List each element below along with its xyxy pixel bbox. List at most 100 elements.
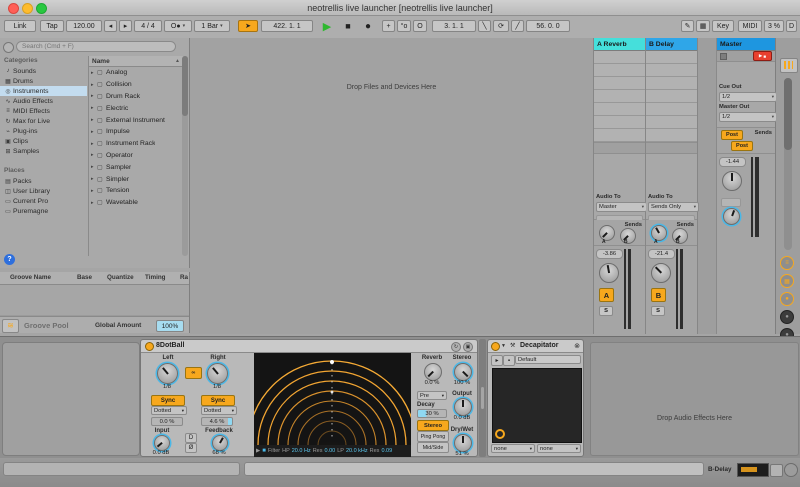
hot-swap-icon[interactable]: ↻ xyxy=(451,342,461,352)
close-window-button[interactable] xyxy=(8,3,19,14)
automation-arm-button[interactable]: °o xyxy=(397,20,411,32)
echo-filter-bar[interactable]: ▶ ■ Filter HP 20.0 Hz Res 0.00 LP 20.0 k… xyxy=(254,445,411,457)
session-vertical-scrollbar[interactable] xyxy=(784,78,792,250)
send-b-knob[interactable] xyxy=(620,228,636,244)
stereo-width-knob[interactable] xyxy=(454,363,472,381)
return-b-header[interactable]: B Delay xyxy=(646,38,697,51)
stop-button[interactable]: ■ xyxy=(340,20,356,32)
groove-pool-icon[interactable]: ≋ xyxy=(2,319,19,333)
maximize-window-button[interactable] xyxy=(36,3,47,14)
sidebar-item-puremagne[interactable]: ▭Puremagne xyxy=(0,206,87,216)
browser-item-drum-rack[interactable]: ▸▢Drum Rack xyxy=(89,91,183,103)
preset-prev-icon[interactable]: ▸ xyxy=(491,355,503,366)
sidebar-item-samples[interactable]: ⊞Samples xyxy=(0,146,87,156)
return-activator[interactable]: B xyxy=(651,288,666,302)
left-sync-button[interactable]: Sync xyxy=(151,395,185,406)
nudge-down-button[interactable]: ◂ xyxy=(104,20,117,32)
feedback-knob[interactable] xyxy=(212,435,228,451)
browser-item-simpler[interactable]: ▸▢Simpler xyxy=(89,173,183,185)
filter-toggle-icon[interactable]: ■ xyxy=(262,448,266,454)
cue-volume-knob[interactable] xyxy=(723,208,740,225)
session-record-button[interactable]: O xyxy=(413,20,427,32)
decay-value[interactable]: 30 % xyxy=(417,409,447,418)
send-b-knob[interactable] xyxy=(672,228,688,244)
return-a-header[interactable]: A Reverb xyxy=(594,38,645,51)
midi-map-button[interactable]: MIDI xyxy=(738,20,762,32)
right-sync-button[interactable]: Sync xyxy=(201,395,235,406)
filter-play-icon[interactable]: ▶ xyxy=(256,448,260,454)
volume-value[interactable]: -21.4 xyxy=(648,249,675,259)
draw-mode-button[interactable]: ✎ xyxy=(681,20,694,32)
stereo-width-value[interactable]: 100 % xyxy=(447,380,477,386)
scrollbar-thumb[interactable] xyxy=(784,78,792,150)
search-input[interactable] xyxy=(16,41,176,52)
cue-out-dropdown[interactable]: 1/2▾ xyxy=(719,92,777,102)
right-offset-value[interactable]: 4.6 % xyxy=(201,417,233,426)
param-dropdown-1[interactable]: none▾ xyxy=(491,444,535,453)
echo-tunnel-display[interactable]: ▶ ■ Filter HP 20.0 Hz Res 0.00 LP 20.0 k… xyxy=(254,353,411,457)
input-gain-value[interactable]: 0.0 dB xyxy=(145,450,177,456)
res-value[interactable]: 0.00 xyxy=(324,448,335,454)
browser-item-external-instrument[interactable]: ▸▢External Instrument xyxy=(89,114,183,126)
browser-collapse-icon[interactable] xyxy=(3,42,14,53)
session-drop-area[interactable]: Drop Files and Devices Here xyxy=(190,38,594,334)
plugin-param-dot[interactable] xyxy=(495,429,505,439)
sidebar-item-midi-effects[interactable]: ≡MIDI Effects xyxy=(0,106,87,116)
browser-item-operator[interactable]: ▸▢Operator xyxy=(89,150,183,162)
return-volume-knob[interactable] xyxy=(651,263,671,283)
lp-value[interactable]: 20.0 kHz xyxy=(346,448,368,454)
sidebar-item-max-for-live[interactable]: ↻Max for Live xyxy=(0,116,87,126)
stop-all-clips-button[interactable]: ▶■ xyxy=(753,51,772,61)
browser-item-wavetable[interactable]: ▸▢Wavetable xyxy=(89,197,183,209)
audio-effects-drop-area[interactable]: Drop Audio Effects Here xyxy=(590,342,799,456)
device-divider[interactable] xyxy=(479,339,486,457)
wrench-icon[interactable]: ⚒ xyxy=(510,342,515,349)
stereo-mode-button[interactable]: Stereo xyxy=(417,420,449,431)
tempo-field[interactable]: 120.00 xyxy=(66,20,102,32)
input-gain-knob[interactable] xyxy=(154,435,170,451)
res-value[interactable]: 0.09 xyxy=(381,448,392,454)
mid-side-button[interactable]: Mid/Side xyxy=(417,442,449,453)
browser-item-impulse[interactable]: ▸▢Impulse xyxy=(89,126,183,138)
loop-start-field[interactable]: 3. 1. 1 xyxy=(432,20,476,32)
mini-toggle-box[interactable] xyxy=(770,464,783,477)
output-gain-value[interactable]: 0.0 dB xyxy=(447,415,477,421)
groove-pool-list[interactable] xyxy=(0,285,189,315)
record-button[interactable]: ● xyxy=(360,20,376,32)
solo-button[interactable]: S xyxy=(651,306,665,316)
output-gain-knob[interactable] xyxy=(454,398,472,416)
ping-pong-button[interactable]: Ping Pong xyxy=(417,431,449,442)
unfold-icon[interactable]: ⊗ xyxy=(574,342,580,350)
reverb-value[interactable]: 0.0 % xyxy=(417,380,447,386)
left-division-dropdown[interactable]: Dotted▾ xyxy=(151,406,187,415)
sidebar-item-clips[interactable]: ▣Clips xyxy=(0,136,87,146)
help-icon[interactable]: ? xyxy=(4,254,15,265)
play-button[interactable]: ▶ xyxy=(318,20,336,32)
right-delay-knob[interactable] xyxy=(207,363,228,384)
show-sends-toggle[interactable]: ▦ xyxy=(780,274,794,288)
browser-item-instrument-rack[interactable]: ▸▢Instrument Rack xyxy=(89,138,183,150)
chevron-down-icon[interactable]: ▼ xyxy=(501,343,506,349)
device-on-led[interactable] xyxy=(145,342,154,351)
stereo-link-button[interactable]: ∞ xyxy=(185,367,202,379)
device-mini-display[interactable] xyxy=(737,463,769,477)
browser-item-tension[interactable]: ▸▢Tension xyxy=(89,185,183,197)
sidebar-item-user-library[interactable]: ◫User Library xyxy=(0,186,87,196)
sidebar-item-plug-ins[interactable]: ⌁Plug-ins xyxy=(0,126,87,136)
volume-value[interactable]: -3.86 xyxy=(596,249,623,259)
keyboard-icon[interactable]: ▦ xyxy=(696,20,710,32)
nudge-up-button[interactable]: ▸ xyxy=(119,20,132,32)
master-out-dropdown[interactable]: 1/2▾ xyxy=(719,112,777,122)
tap-tempo-button[interactable]: Tap xyxy=(40,20,64,32)
sidebar-item-instruments[interactable]: ◎Instruments xyxy=(0,86,87,96)
post-button-a[interactable]: Post xyxy=(721,130,743,140)
show-mixer-toggle[interactable]: ● xyxy=(780,310,794,324)
left-offset-value[interactable]: 0.0 % xyxy=(151,417,183,426)
overview-toggle-button[interactable] xyxy=(780,58,798,73)
dry-wet-value[interactable]: 51 % xyxy=(447,451,477,457)
browser-item-collision[interactable]: ▸▢Collision xyxy=(89,79,183,91)
quantization-menu[interactable]: 1 Bar▾ xyxy=(194,20,230,32)
left-delay-value[interactable]: 1/8 xyxy=(151,384,183,390)
sidebar-item-sounds[interactable]: ♪Sounds xyxy=(0,66,87,76)
link-button[interactable]: Link xyxy=(4,20,36,32)
